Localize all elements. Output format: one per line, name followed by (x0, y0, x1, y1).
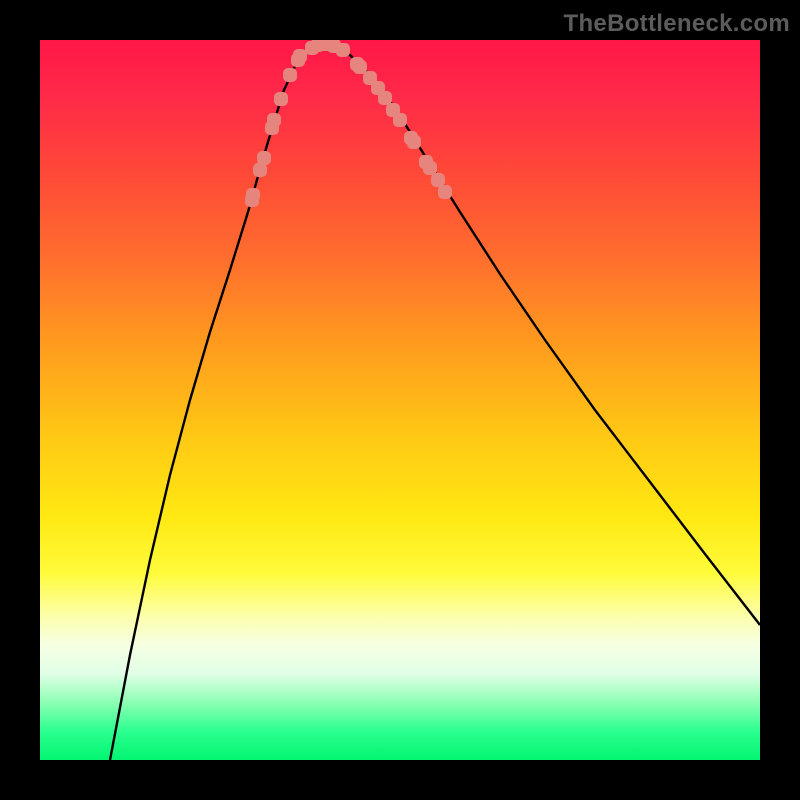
chart-overlay (40, 40, 760, 760)
chart-curve (110, 44, 760, 760)
data-point (438, 185, 452, 199)
chart-points (245, 40, 452, 207)
data-point (407, 135, 421, 149)
data-point (353, 60, 367, 74)
data-point (267, 113, 281, 127)
data-point (274, 92, 288, 106)
data-point (336, 43, 350, 57)
watermark-text: TheBottleneck.com (564, 10, 790, 38)
data-point (253, 163, 267, 177)
data-point (393, 113, 407, 127)
data-point (378, 91, 392, 105)
data-point (283, 68, 297, 82)
data-point (423, 161, 437, 175)
data-point (246, 188, 260, 202)
chart-area (40, 40, 760, 760)
data-point (257, 151, 271, 165)
data-point (293, 49, 307, 63)
data-point (431, 173, 445, 187)
